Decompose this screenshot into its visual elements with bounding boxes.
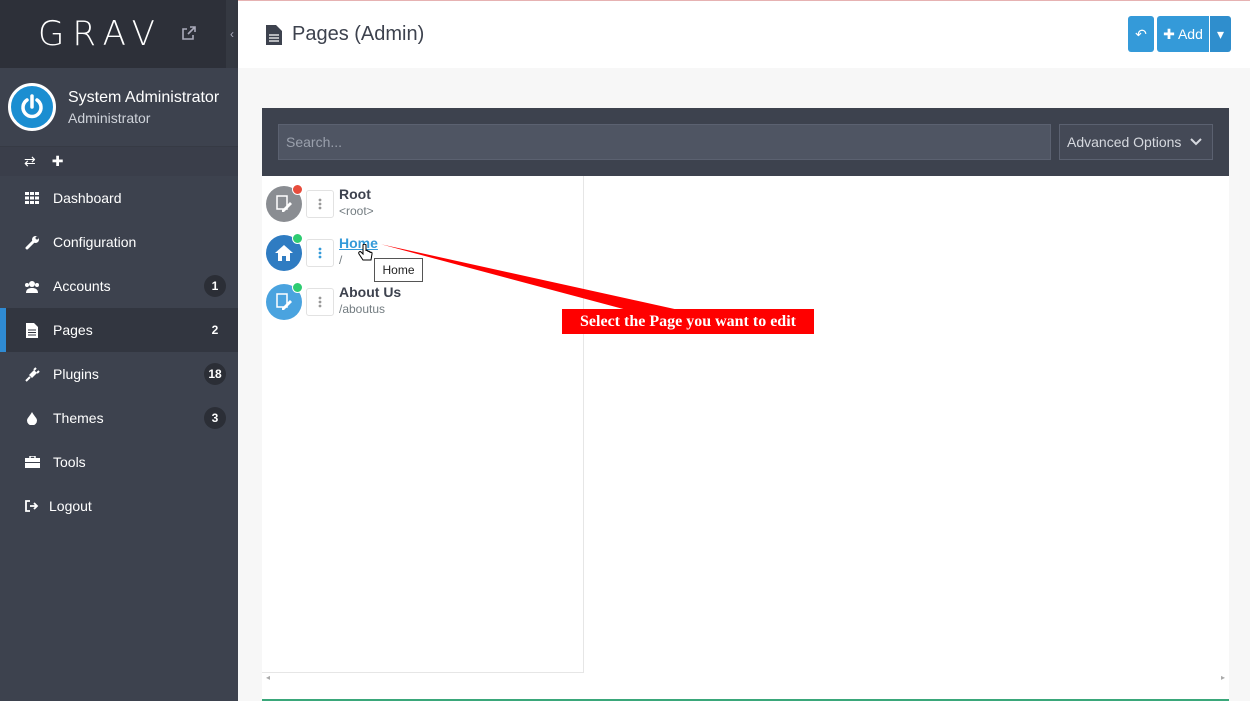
- add-dropdown-toggle[interactable]: ▾: [1210, 16, 1231, 52]
- sidebar-item-accounts[interactable]: Accounts 1: [0, 264, 238, 308]
- logo-bar: GRAV ‹: [0, 0, 238, 68]
- page-route: /: [339, 253, 343, 267]
- count-badge: 2: [211, 323, 219, 337]
- sidebar-item-label: Accounts: [53, 278, 111, 294]
- more-vertical-icon: [318, 296, 322, 308]
- more-vertical-icon: [318, 198, 322, 210]
- page-title-text: Pages (Admin): [292, 23, 425, 45]
- wrench-icon: [24, 234, 40, 250]
- page-title: Pages (Admin): [266, 23, 424, 46]
- collapse-sidebar-toggle[interactable]: ‹: [226, 0, 238, 68]
- page-route: /aboutus: [339, 302, 386, 316]
- page-actions-menu[interactable]: [306, 239, 334, 267]
- grid-icon: [24, 190, 40, 206]
- pages-panel: Advanced Options Root <root> Home /: [262, 108, 1229, 701]
- advanced-options-label: Advanced Options: [1067, 134, 1182, 150]
- scroll-right-icon[interactable]: ▸: [1221, 673, 1225, 682]
- sidebar-nav: Dashboard Configuration Accounts 1 Pages…: [0, 176, 238, 528]
- sign-out-icon: [24, 498, 40, 514]
- sidebar-item-logout[interactable]: Logout: [0, 484, 238, 528]
- add-button[interactable]: ✚ Add: [1157, 16, 1209, 52]
- tooltip: Home: [374, 258, 423, 282]
- list-item[interactable]: About Us /aboutus: [266, 282, 566, 322]
- refresh-icon[interactable]: ⇄: [24, 153, 36, 170]
- sidebar-item-themes[interactable]: Themes 3: [0, 396, 238, 440]
- sidebar-item-label: Configuration: [53, 234, 137, 250]
- avatar: [8, 83, 56, 131]
- back-button[interactable]: ↶: [1128, 16, 1154, 52]
- user-role: Administrator: [68, 109, 151, 126]
- hand-cursor-icon: [358, 243, 374, 269]
- sidebar-item-label: Dashboard: [53, 190, 122, 206]
- page-actions-menu[interactable]: [306, 190, 334, 218]
- page-header: Pages (Admin) ↶ ✚ Add ▾: [238, 1, 1250, 68]
- annotation-callout: Select the Page you want to edit: [562, 309, 814, 334]
- external-link-icon[interactable]: [182, 26, 196, 40]
- filter-bar: Advanced Options: [262, 108, 1229, 176]
- tint-icon: [24, 410, 40, 426]
- sidebar-item-label: Logout: [49, 498, 92, 514]
- advanced-options-dropdown[interactable]: Advanced Options: [1059, 124, 1213, 160]
- grav-logo[interactable]: GRAV: [38, 14, 163, 54]
- page-tree: Root <root> Home / About Us /aboutus: [262, 176, 584, 673]
- users-icon: [24, 278, 40, 294]
- sidebar-item-label: Themes: [53, 410, 104, 426]
- horizontal-scrollbar[interactable]: ◂ ▸: [262, 673, 1229, 685]
- sidebar: GRAV ‹ System Administrator Administrato…: [0, 0, 238, 701]
- list-item[interactable]: Root <root>: [266, 184, 566, 224]
- sidebar-item-tools[interactable]: Tools: [0, 440, 238, 484]
- status-dot: [292, 184, 303, 195]
- scroll-left-icon[interactable]: ◂: [266, 673, 270, 682]
- sidebar-item-dashboard[interactable]: Dashboard: [0, 176, 238, 220]
- status-dot: [292, 282, 303, 293]
- page-title-link[interactable]: Root: [339, 186, 371, 202]
- user-card[interactable]: System Administrator Administrator: [0, 68, 238, 146]
- quick-actions: ⇄ ✚: [0, 146, 238, 176]
- power-icon: [21, 94, 43, 119]
- add-icon[interactable]: ✚: [52, 153, 64, 170]
- count-badge: 1: [204, 275, 226, 297]
- more-vertical-icon: [318, 247, 322, 259]
- page-title-link[interactable]: About Us: [339, 284, 401, 300]
- file-icon: [24, 322, 40, 338]
- sidebar-item-label: Pages: [53, 322, 93, 338]
- plug-icon: [24, 366, 40, 382]
- user-name: System Administrator: [68, 88, 220, 106]
- chevron-down-icon: [1190, 138, 1202, 146]
- page-route: <root>: [339, 204, 374, 218]
- status-dot: [292, 233, 303, 244]
- page-actions-menu[interactable]: [306, 288, 334, 316]
- sidebar-item-label: Plugins: [53, 366, 99, 382]
- count-badge: 18: [204, 363, 226, 385]
- sidebar-item-pages[interactable]: Pages 2: [0, 308, 238, 352]
- sidebar-item-configuration[interactable]: Configuration: [0, 220, 238, 264]
- file-icon: [266, 24, 282, 45]
- sidebar-item-plugins[interactable]: Plugins 18: [0, 352, 238, 396]
- briefcase-icon: [24, 454, 40, 470]
- sidebar-item-label: Tools: [53, 454, 86, 470]
- search-input[interactable]: [278, 124, 1051, 160]
- count-badge: 3: [204, 407, 226, 429]
